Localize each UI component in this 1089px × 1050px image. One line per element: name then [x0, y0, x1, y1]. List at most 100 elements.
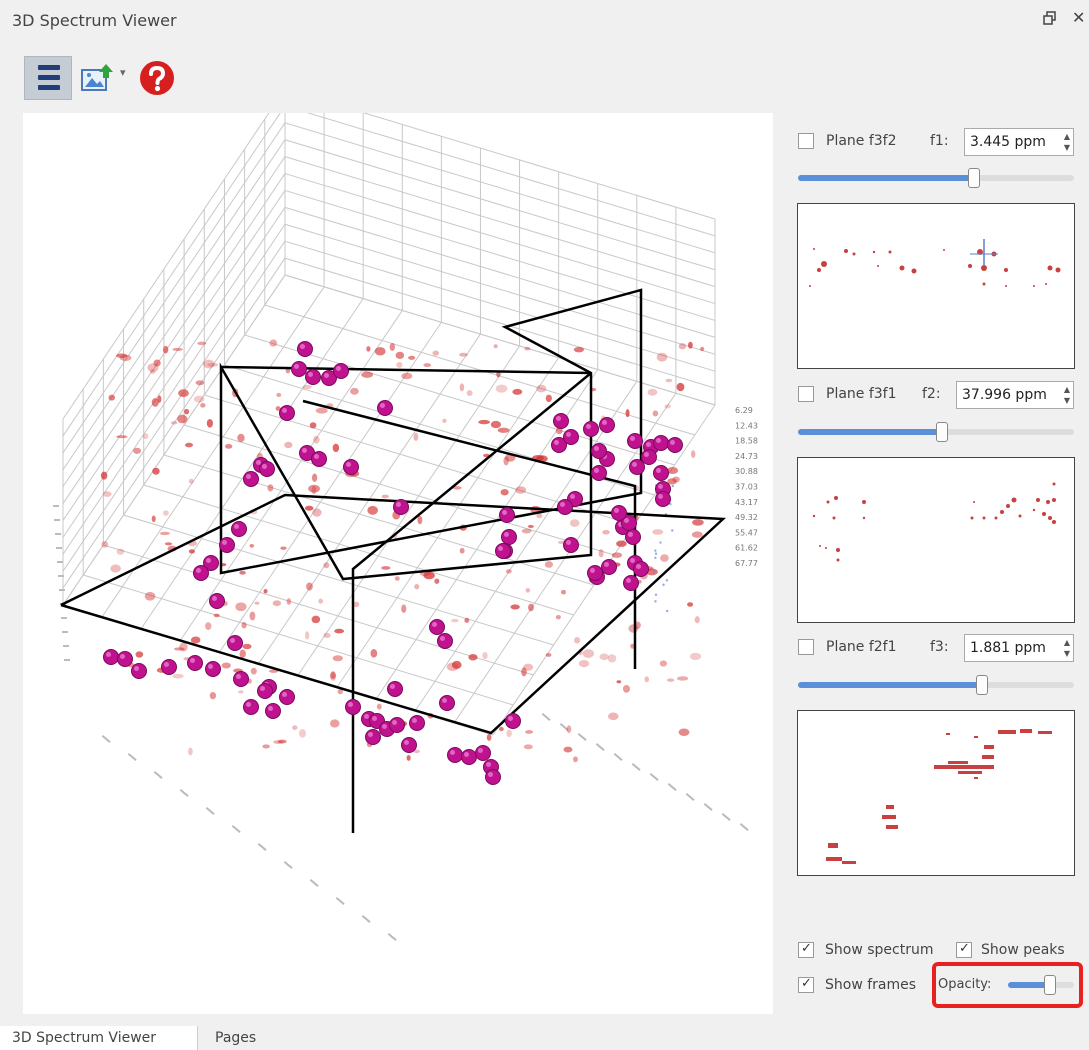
f2-value: 37.996 ppm: [962, 387, 1047, 403]
export-image-icon[interactable]: [80, 62, 114, 94]
peak-marker: [231, 521, 247, 537]
axis-tick-label: 67.77: [735, 559, 758, 568]
peak-marker: [629, 459, 645, 475]
peak-marker: [343, 459, 359, 475]
peak-marker: [377, 400, 393, 416]
peak-marker: [655, 491, 671, 507]
show-frames-label: Show frames: [825, 977, 917, 993]
peak-marker: [409, 715, 425, 731]
spin-arrows-icon[interactable]: ▲ ▼: [1064, 384, 1070, 406]
close-icon[interactable]: ✕: [1072, 8, 1085, 27]
peak-marker: [365, 729, 381, 745]
peak-marker: [227, 635, 243, 651]
f1-value: 3.445 ppm: [970, 134, 1046, 150]
peak-marker: [623, 575, 639, 591]
show-frames-checkbox[interactable]: [798, 976, 814, 993]
plane-f3f1-label: Plane f3f1: [826, 386, 897, 402]
peak-marker: [611, 505, 627, 521]
f1-slider-handle[interactable]: [968, 168, 980, 188]
f3-value: 1.881 ppm: [970, 640, 1046, 656]
axis-tick-label: 18.58: [735, 437, 758, 446]
peak-marker: [279, 689, 295, 705]
axis-tick-label: 6.29: [735, 406, 753, 415]
spin-arrows-icon[interactable]: ▲ ▼: [1064, 131, 1070, 153]
f1-slider[interactable]: [798, 168, 1074, 188]
peak-marker: [475, 745, 491, 761]
f3-slider-handle[interactable]: [976, 675, 988, 695]
tab-3d-spectrum-viewer[interactable]: 3D Spectrum Viewer: [0, 1026, 198, 1050]
show-peaks-checkbox[interactable]: [956, 941, 972, 958]
tab-pages[interactable]: Pages: [203, 1026, 268, 1050]
spin-arrows-icon[interactable]: ▲ ▼: [1064, 637, 1070, 659]
f1-spinbox[interactable]: 3.445 ppm ▲ ▼: [964, 128, 1074, 156]
control-panel: Plane f3f2 f1: 3.445 ppm ▲ ▼ Plane f3f1 f…: [790, 113, 1080, 1013]
peak-marker: [209, 593, 225, 609]
help-icon[interactable]: [138, 59, 176, 97]
peak-marker: [499, 507, 515, 523]
peak-marker: [653, 435, 669, 451]
plane-f3f1-preview: [797, 457, 1075, 623]
export-dropdown-icon[interactable]: ▾: [120, 66, 126, 79]
peak-marker: [305, 369, 321, 385]
peak-marker: [429, 619, 445, 635]
peak-marker: [279, 405, 295, 421]
peak-marker: [103, 649, 119, 665]
axis-tick-label: 24.73: [735, 452, 758, 461]
peak-marker: [243, 471, 259, 487]
axis-tick-label: 12.43: [735, 421, 758, 430]
f2-slider[interactable]: [798, 422, 1074, 442]
opacity-highlight: [932, 962, 1083, 1008]
peak-marker: [393, 499, 409, 515]
axis-tick-label: 43.17: [735, 498, 758, 507]
f3-spinbox[interactable]: 1.881 ppm ▲ ▼: [964, 634, 1074, 662]
peak-marker: [401, 737, 417, 753]
spectrum-3d-canvas[interactable]: 6.29 12.43 18.58 24.73 30.88 37.03 43.17 49.32 5…: [23, 88, 773, 1014]
plane-f3f2-preview: [797, 203, 1075, 369]
f2-slider-handle[interactable]: [936, 422, 948, 442]
peak-marker: [485, 769, 501, 785]
toolbar: ▾: [24, 56, 224, 100]
hamburger-icon: [38, 65, 60, 90]
plane-f3f2-row: Plane f3f2 f1: 3.445 ppm ▲ ▼: [790, 127, 1080, 157]
peak-marker: [437, 633, 453, 649]
peak-marker: [439, 695, 455, 711]
plane-f2f1-preview: [797, 710, 1075, 876]
peak-marker: [311, 451, 327, 467]
f3-slider[interactable]: [798, 675, 1074, 695]
peak-marker: [553, 413, 569, 429]
peak-marker: [297, 341, 313, 357]
peak-marker: [117, 651, 133, 667]
spectrum-3d-view[interactable]: 6.29 12.43 18.58 24.73 30.88 37.03 43.17 49.32 5…: [23, 88, 773, 1014]
peak-marker: [557, 499, 573, 515]
peak-marker: [243, 699, 259, 715]
peak-marker: [259, 461, 275, 477]
peak-marker: [345, 699, 361, 715]
plane-f3f2-checkbox[interactable]: [798, 133, 814, 149]
peak-marker: [501, 529, 517, 545]
f1-label: f1:: [930, 133, 949, 149]
peak-marker: [447, 747, 463, 763]
peak-marker: [333, 363, 349, 379]
menu-button[interactable]: [24, 56, 72, 100]
window-title: 3D Spectrum Viewer: [12, 11, 177, 30]
f2-label: f2:: [922, 386, 941, 402]
plane-f3f1-row: Plane f3f1 f2: 37.996 ppm ▲ ▼: [790, 380, 1080, 410]
peak-marker: [389, 717, 405, 733]
peak-marker: [583, 421, 599, 437]
title-bar: 3D Spectrum Viewer ✕: [0, 0, 1089, 40]
show-spectrum-checkbox[interactable]: [798, 941, 814, 958]
f2-spinbox[interactable]: 37.996 ppm ▲ ▼: [956, 381, 1074, 409]
peak-marker: [291, 361, 307, 377]
peak-marker: [505, 713, 521, 729]
peak-marker: [563, 429, 579, 445]
peak-marker: [205, 661, 221, 677]
peak-marker: [387, 681, 403, 697]
plane-f3f1-checkbox[interactable]: [798, 386, 814, 402]
axis-tick-label: 55.47: [735, 528, 758, 537]
plane-f3f2-label: Plane f3f2: [826, 133, 897, 149]
restore-icon[interactable]: [1043, 10, 1057, 26]
show-spectrum-label: Show spectrum: [825, 942, 934, 958]
plane-f2f1-checkbox[interactable]: [798, 639, 814, 655]
peak-marker: [161, 659, 177, 675]
peak-marker: [591, 443, 607, 459]
